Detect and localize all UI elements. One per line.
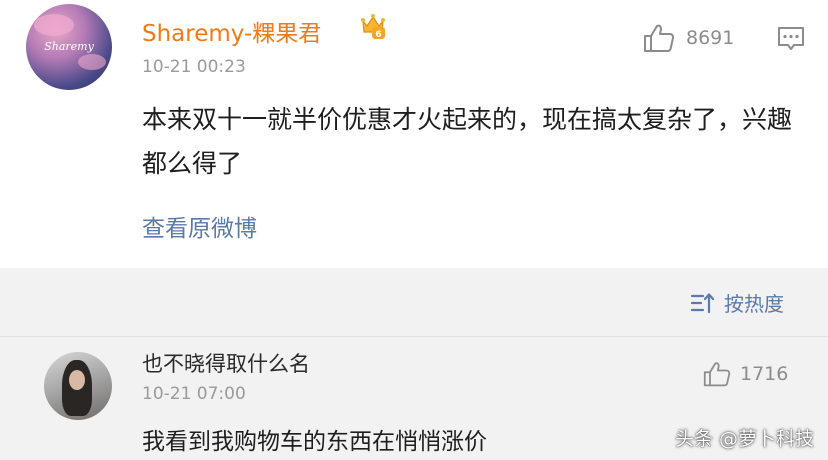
- reply-avatar[interactable]: [44, 352, 112, 420]
- comment-text: 本来双十一就半价优惠才火起来的，现在搞太复杂了，兴趣都么得了: [142, 105, 793, 178]
- thumbs-up-icon: [703, 362, 731, 387]
- divider: [0, 336, 828, 337]
- like-count: 8691: [686, 27, 735, 49]
- reply-timestamp: 10-21 07:00: [142, 384, 246, 404]
- view-original-link[interactable]: 查看原微博: [142, 209, 257, 243]
- sort-label: 按热度: [724, 292, 784, 316]
- sort-icon: [690, 292, 715, 313]
- sort-by-hot-button[interactable]: 按热度: [690, 288, 784, 317]
- main-comment: Sharemy Sharemy-粿果君 6 10-21 00:23 8691 本…: [0, 0, 828, 268]
- reply-like-count: 1716: [740, 363, 789, 385]
- avatar-text: Sharemy: [44, 40, 94, 53]
- crown-badge-icon: 6: [361, 14, 385, 40]
- avatar[interactable]: Sharemy: [26, 4, 112, 90]
- comment-icon[interactable]: [776, 24, 806, 54]
- watermark: 头条 @萝卜科技: [674, 428, 814, 450]
- thumbs-up-icon: [644, 24, 675, 52]
- svg-text:6: 6: [375, 30, 381, 40]
- reply-text: 我看到我购物车的东西在悄悄涨价: [142, 429, 487, 455]
- reply-like-button[interactable]: 1716: [702, 360, 788, 388]
- timestamp: 10-21 00:23: [142, 57, 246, 77]
- reply-username[interactable]: 也不晓得取什么名: [142, 348, 310, 378]
- like-button[interactable]: 8691: [642, 22, 734, 54]
- username[interactable]: Sharemy-粿果君: [142, 14, 321, 48]
